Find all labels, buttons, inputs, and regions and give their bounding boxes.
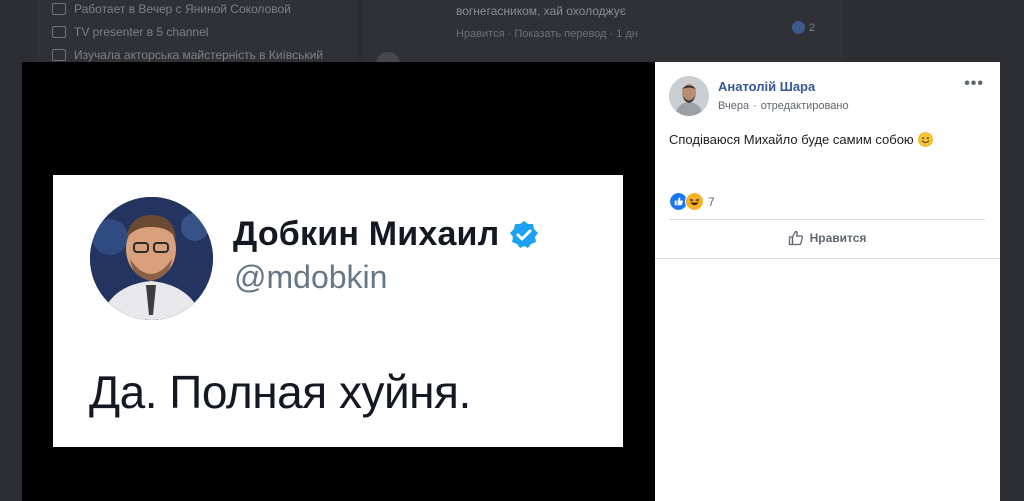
meta-separator: · (753, 100, 757, 112)
person-avatar-icon (669, 76, 709, 116)
like-button-label: Нравится (809, 231, 867, 245)
divider (655, 258, 1000, 259)
verified-badge-icon (510, 220, 539, 248)
tweet-screenshot: Добкин Михаил @mdobkin Да. Полная хуйня. (53, 175, 623, 447)
profile-row-education: Изучала акторська майстерність в Київськ… (52, 48, 323, 62)
tweet-text: Да. Полная хуйня. (89, 366, 471, 418)
tweet-avatar (90, 197, 213, 320)
photo-viewer[interactable]: Добкин Михаил @mdobkin Да. Полная хуйня. (22, 62, 655, 501)
right-backdrop (1000, 62, 1024, 501)
thumbs-up-icon (788, 230, 803, 246)
profile-row-tv: TV presenter в 5 channel (52, 25, 208, 39)
post-text: Сподіваюся Михайло буде самим собою (669, 132, 933, 147)
post-meta: Вчера · отредактировано (718, 100, 849, 112)
profile-row-work: Работает в Вечер с Яниной Соколовой (52, 2, 291, 16)
tweet-handle: @mdobkin (234, 259, 388, 295)
haha-reaction-icon (685, 192, 704, 211)
tweet-name-row: Добкин Михаил (233, 215, 539, 254)
post-text-content: Сподіваюся Михайло буде самим собою (669, 132, 914, 147)
post-time[interactable]: Вчера (718, 100, 749, 112)
divider (669, 219, 985, 220)
post-author-name[interactable]: Анатолій Шара (718, 79, 815, 94)
like-reaction-icon (792, 21, 805, 34)
reactions-summary[interactable]: 7 (669, 192, 715, 211)
graduation-cap-icon (52, 49, 66, 61)
post-edited-label[interactable]: отредактировано (761, 100, 849, 112)
like-button[interactable]: Нравится (669, 222, 985, 254)
post-side-panel: Анатолій Шара Вчера · отредактировано ••… (655, 62, 1000, 501)
more-options-button[interactable]: ••• (964, 76, 984, 92)
smile-emoji-icon (917, 132, 933, 147)
briefcase-icon (52, 26, 66, 38)
tweet-author-name: Добкин Михаил (233, 215, 500, 253)
comment-meta[interactable]: Нравится · Показать перевод · 1 дн (456, 28, 638, 40)
comment-text: вогнегасником, хай охолоджує (456, 4, 626, 18)
person-photo-icon (90, 197, 213, 320)
author-avatar[interactable] (669, 76, 709, 116)
briefcase-icon (52, 3, 66, 15)
reaction-count: 7 (708, 194, 715, 209)
comment-like-count[interactable]: 2 (792, 21, 815, 34)
